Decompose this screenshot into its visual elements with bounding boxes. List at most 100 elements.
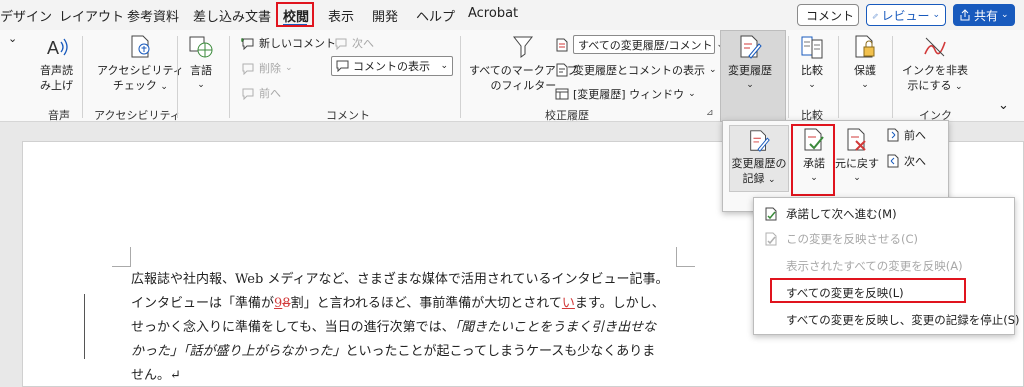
group-label-tracking: 校正履歴 (545, 109, 589, 122)
track-changes-label: 変更履歴 (728, 64, 772, 77)
crop-mark (676, 266, 695, 267)
read-aloud-button[interactable]: A 音声読 み上げ (40, 34, 73, 93)
ribbon-tab-bar: デザイン レイアウト 参考資料 差し込み文書 校閲 表示 開発 ヘルプ Acro… (0, 0, 1024, 30)
protect-label: 保護 (854, 64, 876, 77)
track-changes-icon (750, 130, 770, 152)
document-text-line[interactable]: インタビューは「準備が98割」と言われるほど、事前準備が大切とされています。しか… (131, 292, 665, 311)
tab-references[interactable]: 参考資料 (127, 6, 179, 25)
track-changes-record-button[interactable]: 変更履歴の 記録 ⌄ (729, 125, 789, 192)
reject-icon (847, 128, 866, 151)
previous-change-button[interactable]: 前へ (886, 127, 926, 143)
tab-help[interactable]: ヘルプ (416, 6, 455, 25)
chevron-down-icon: ⌄ (440, 61, 448, 71)
tab-layout[interactable]: レイアウト (59, 6, 124, 25)
menu-item-accept-all-shown[interactable]: 表示されたすべての変更を反映(A) (786, 258, 963, 274)
document-text-segment: といったことが起こってしまうケースも少なくありま (345, 344, 656, 359)
dialog-launcher-icon[interactable]: ⊿ (706, 108, 714, 118)
show-markup-button[interactable]: 変更履歴とコメントの表示 ⌄ (555, 62, 717, 78)
group-divider (460, 36, 461, 118)
display-for-review-dropdown[interactable]: すべての変更履歴/コメント ⌄ (573, 35, 724, 54)
next-change-icon (887, 154, 899, 168)
reviewing-pane-button[interactable]: [変更履歴] ウィンドウ ⌄ (555, 86, 696, 102)
new-comment-label: 新しいコメント (259, 37, 336, 50)
previous-comment-label: 前へ (259, 87, 281, 100)
next-change-button[interactable]: 次へ (886, 153, 926, 169)
compare-button[interactable]: 比較 ⌄ (799, 34, 825, 93)
next-comment-icon (335, 38, 347, 50)
menu-item-label: この変更を反映させる(C) (786, 232, 919, 246)
delete-comment-button[interactable]: 削除 ⌄ (241, 60, 293, 76)
chevron-down-icon: ⌄ (285, 63, 293, 73)
share-icon (960, 9, 970, 21)
ribbon: ⌄ A 音声読 み上げ 音声 アクセシビリティ チェック ⌄ アクセシビリティ … (0, 30, 1024, 122)
new-comment-button[interactable]: 新しいコメント (241, 35, 336, 51)
document-text-segment: 広報誌や社内報、Web メディアなど、さまざまな媒体で活用されているインタビュー… (131, 272, 669, 287)
hide-ink-button[interactable]: インクを非表 示にする ⌄ (902, 34, 968, 95)
next-comment-label: 次へ (352, 37, 374, 50)
record-label-1: 変更履歴の (731, 157, 787, 170)
chevron-down-icon: ⌄ (861, 80, 869, 90)
group-divider (177, 36, 178, 118)
accept-this-icon (765, 232, 777, 246)
share-button[interactable]: 共有 ⌄ (953, 4, 1015, 26)
chevron-down-icon: ⌄ (1001, 10, 1009, 20)
tab-acrobat[interactable]: Acrobat (468, 6, 518, 21)
show-comments-label: コメントの表示 (353, 60, 430, 73)
tab-view[interactable]: 表示 (328, 6, 354, 25)
language-button[interactable]: 言語 ⌄ (188, 34, 214, 93)
previous-change-label: 前へ (904, 129, 926, 142)
reject-button[interactable]: 元に戻す ⌄ (835, 127, 879, 186)
document-text-line[interactable]: せっかく念入りに準備をしても、当日の進行次第では、「聞きたいことをうまく引き出せ… (131, 316, 656, 335)
highlight-box-accept-all (770, 278, 966, 303)
track-changes-button[interactable]: 変更履歴 ⌄ (728, 34, 772, 93)
document-text-segment: 割」と言われるほど、事前準備が大切とされて (290, 296, 562, 311)
language-label: 言語 (190, 64, 212, 77)
accept-next-icon (765, 207, 777, 221)
comments-button[interactable]: コメント (797, 4, 859, 26)
document-italic-text: 「聞きたいことをうまく引き出せな (454, 320, 657, 335)
chevron-down-icon: ⌄ (160, 82, 168, 92)
document-text-segment: せっかく念入りに準備をしても、当日の進行次第では、 (131, 320, 455, 335)
review-mode-button[interactable]: レビュー ⌄ (866, 4, 946, 26)
document-text-segment: インタビューは「準備が (131, 296, 275, 311)
document-text-line[interactable]: せん。↵ (131, 364, 181, 383)
svg-text:A: A (47, 38, 59, 58)
accessibility-check-button[interactable]: アクセシビリティ チェック ⌄ (97, 34, 184, 95)
tab-design[interactable]: デザイン (0, 6, 52, 25)
next-comment-button[interactable]: 次へ (334, 35, 374, 51)
collapse-chevron-icon[interactable]: ⌄ (8, 32, 17, 45)
delete-comment-icon (242, 63, 254, 75)
read-aloud-label-1: 音声読 (40, 64, 73, 77)
chevron-down-icon: ⌄ (808, 80, 816, 90)
tab-developer[interactable]: 開発 (372, 6, 398, 25)
previous-comment-button[interactable]: 前へ (241, 85, 281, 101)
menu-item-label: 承諾して次へ進む(M) (786, 207, 897, 221)
review-mode-label: レビュー (881, 8, 930, 23)
menu-item-accept-and-move-next[interactable]: 承諾して次へ進む(M) (764, 206, 897, 222)
delete-comment-label: 削除 (259, 62, 281, 75)
menu-item-accept-all-and-stop-tracking[interactable]: すべての変更を反映し、変更の記録を停止(S) (786, 312, 1020, 328)
ribbon-options-chevron-icon[interactable]: ⌄ (998, 98, 1009, 113)
show-comments-dropdown[interactable]: コメントの表示 ⌄ (331, 56, 453, 76)
chevron-down-icon: ⌄ (932, 10, 940, 20)
group-label-accessibility: アクセシビリティ (94, 109, 181, 122)
group-label-speech: 音声 (48, 109, 70, 122)
crop-mark (130, 247, 131, 267)
chevron-down-icon: ⌄ (955, 82, 963, 92)
document-text-line[interactable]: かった」「話が盛り上がらなかった」といったことが起こってしまうケースも少なくあり… (131, 340, 655, 359)
document-italic-text: かった」「話が盛り上がらなかった」 (131, 344, 346, 359)
record-label-2: 記録 (742, 172, 765, 185)
comment-icon (336, 60, 349, 72)
previous-comment-icon (242, 88, 254, 100)
lock-icon (855, 35, 875, 58)
accessibility-label-1: アクセシビリティ (97, 64, 184, 77)
group-divider (82, 36, 83, 118)
chevron-down-icon: ⌄ (709, 65, 717, 75)
document-text-line[interactable]: 広報誌や社内報、Web メディアなど、さまざまな媒体で活用されているインタビュー… (131, 268, 669, 287)
menu-item-accept-this-change[interactable]: この変更を反映させる(C) (764, 231, 918, 247)
show-markup-icon (556, 63, 568, 77)
tab-mailings[interactable]: 差し込み文書 (193, 6, 271, 25)
accessibility-label-2: チェック (112, 79, 157, 92)
protect-button[interactable]: 保護 ⌄ (852, 34, 878, 93)
crop-mark (112, 266, 131, 267)
